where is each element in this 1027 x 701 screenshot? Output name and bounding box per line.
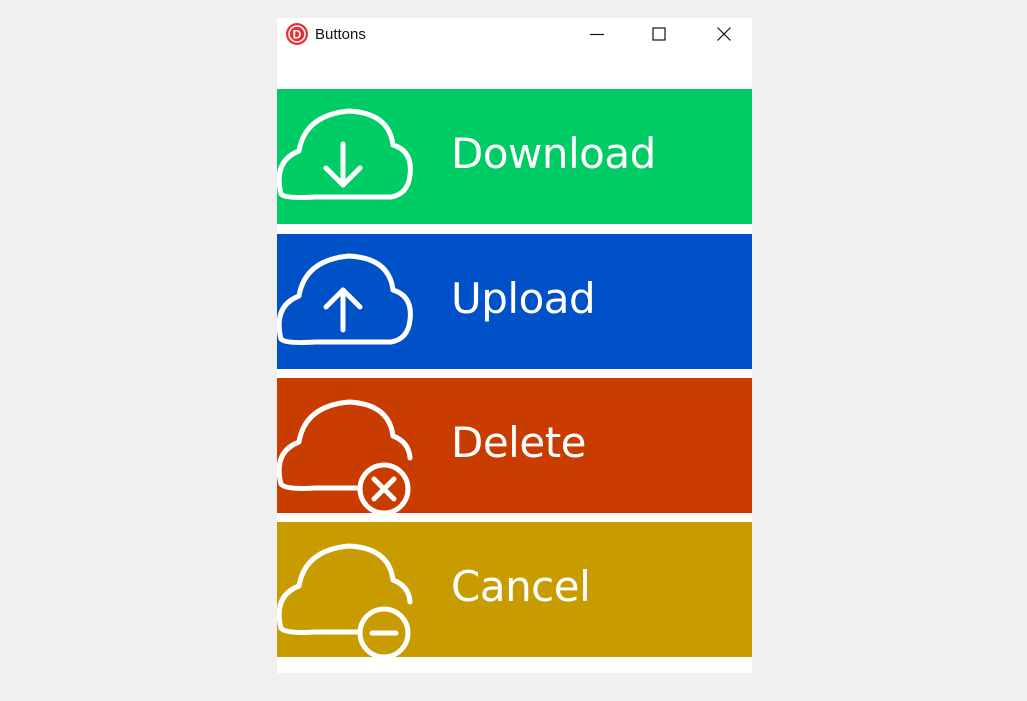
cloud-cancel-icon [277,543,413,657]
minimize-button[interactable] [574,18,620,50]
window-title: Buttons [315,26,366,43]
minimize-icon [590,33,604,36]
close-icon [717,27,731,41]
cloud-download-icon [277,108,413,201]
title-bar[interactable]: D Buttons [277,18,752,50]
upload-label: Upload [451,274,596,323]
svg-text:D: D [293,28,302,42]
download-button[interactable]: Download [277,89,752,224]
cancel-button[interactable]: Cancel [277,522,752,657]
close-button[interactable] [701,18,747,50]
download-label: Download [451,129,656,178]
app-window: D Buttons Download Upload Delete Cancel [277,18,752,673]
delete-label: Delete [451,418,587,467]
app-logo-icon: D [286,23,308,45]
delete-button[interactable]: Delete [277,378,752,513]
maximize-icon [652,27,666,41]
upload-button[interactable]: Upload [277,234,752,369]
cloud-delete-icon [277,399,413,513]
cloud-upload-icon [277,253,413,346]
cancel-label: Cancel [451,562,591,611]
maximize-button[interactable] [636,18,682,50]
